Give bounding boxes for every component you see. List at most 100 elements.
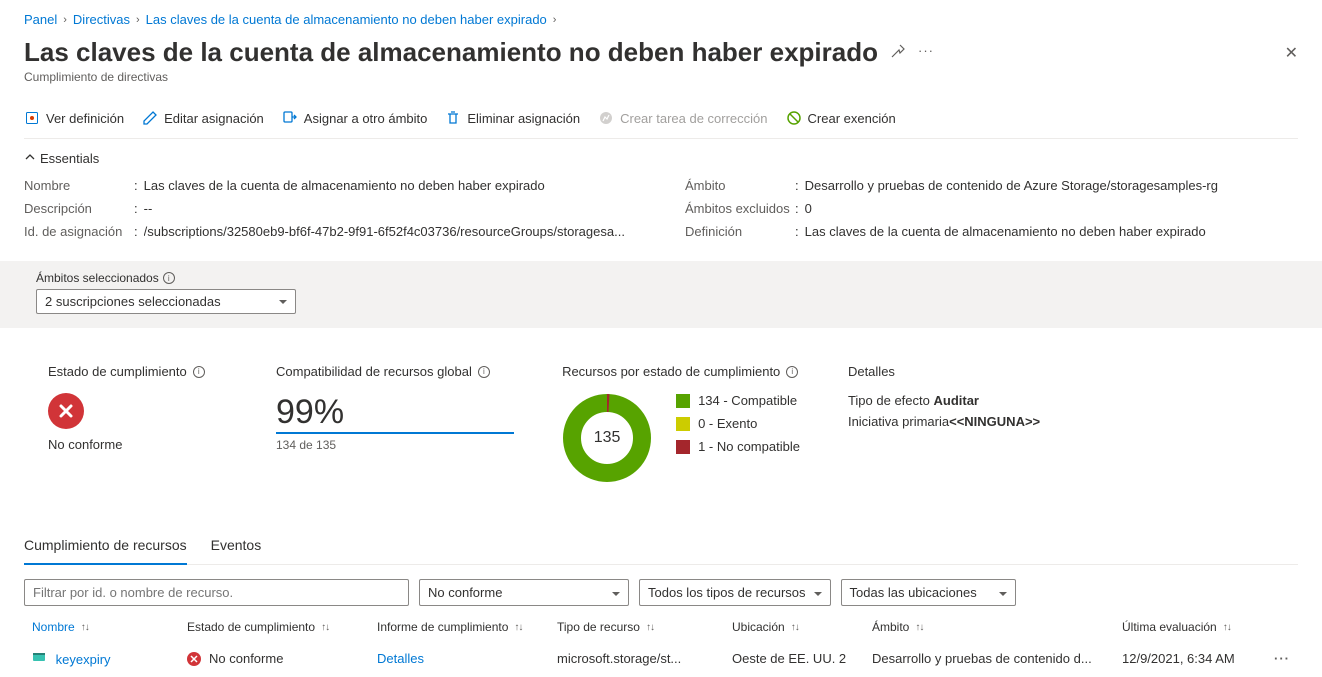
toolbar: Ver definición Editar asignación Asignar…	[24, 102, 1298, 139]
ess-definition-value: Las claves de la cuenta de almacenamient…	[805, 224, 1206, 239]
ess-desc-value: --	[144, 201, 153, 216]
create-exemption-label: Crear exención	[808, 111, 896, 126]
create-remediation-label: Crear tarea de corrección	[620, 111, 767, 126]
page-title: Las claves de la cuenta de almacenamient…	[24, 37, 878, 68]
legend-item-compliant: 134 - Compatible	[676, 393, 800, 408]
th-last-eval[interactable]: Última evaluación	[1122, 620, 1217, 634]
table-row[interactable]: keyexpiry No conforme Detalles microsoft…	[24, 640, 1298, 677]
assign-icon	[282, 110, 298, 126]
row-report-link[interactable]: Detalles	[377, 651, 424, 666]
global-compliance-label: Compatibilidad de recursos global	[276, 364, 472, 379]
effect-type-value: Auditar	[933, 393, 979, 408]
compliance-state-label: Estado de cumplimiento	[48, 364, 187, 379]
sort-icon[interactable]: ↑↓	[1223, 622, 1231, 633]
create-exemption-button[interactable]: Crear exención	[786, 110, 896, 126]
sort-icon[interactable]: ↑↓	[514, 622, 522, 633]
global-compliance-card: Compatibilidad de recursos global i 99% …	[276, 364, 514, 483]
view-definition-label: Ver definición	[46, 111, 124, 126]
info-icon[interactable]: i	[786, 366, 798, 378]
resource-type-filter-select[interactable]: Todos los tipos de recursos	[639, 579, 831, 606]
th-state[interactable]: Estado de cumplimiento	[187, 620, 315, 634]
edit-assignment-label: Editar asignación	[164, 111, 264, 126]
sort-icon[interactable]: ↑↓	[915, 622, 923, 633]
ess-assignid-value: /subscriptions/32580eb9-bf6f-47b2-9f91-6…	[144, 224, 625, 239]
th-location[interactable]: Ubicación	[732, 620, 785, 634]
edit-assignment-button[interactable]: Editar asignación	[142, 110, 264, 126]
view-definition-button[interactable]: Ver definición	[24, 110, 124, 126]
scope-picker-label: Ámbitos seleccionados	[36, 271, 159, 285]
tab-resource-compliance[interactable]: Cumplimiento de recursos	[24, 527, 187, 565]
page-subtitle: Cumplimiento de directivas	[24, 70, 1298, 84]
more-icon[interactable]: ···	[918, 43, 934, 62]
delete-assignment-button[interactable]: Eliminar asignación	[445, 110, 580, 126]
close-icon[interactable]: ✕	[1285, 43, 1298, 63]
exemption-icon	[786, 110, 802, 126]
filter-input[interactable]	[24, 579, 409, 606]
chevron-up-icon	[24, 151, 36, 166]
table-header: Nombre ↑↓ Estado de cumplimiento ↑↓ Info…	[24, 614, 1298, 640]
compliance-state-value: No conforme	[48, 437, 228, 452]
breadcrumb-panel[interactable]: Panel	[24, 12, 57, 27]
pencil-icon	[142, 110, 158, 126]
th-scope[interactable]: Ámbito	[872, 620, 909, 634]
view-definition-icon	[24, 110, 40, 126]
th-report[interactable]: Informe de cumplimiento	[377, 620, 508, 634]
chevron-right-icon: ›	[63, 14, 67, 26]
ess-name-label: Nombre	[24, 178, 134, 193]
essentials-label: Essentials	[40, 151, 99, 166]
trash-icon	[445, 110, 461, 126]
tabs: Cumplimiento de recursos Eventos	[24, 527, 1298, 565]
legend-text: 1 - No compatible	[698, 439, 800, 454]
info-icon[interactable]: i	[193, 366, 205, 378]
ess-scope-value: Desarrollo y pruebas de contenido de Azu…	[805, 178, 1218, 193]
th-type[interactable]: Tipo de recurso	[557, 620, 640, 634]
legend-text: 134 - Compatible	[698, 393, 797, 408]
legend-color-icon	[676, 417, 690, 431]
donut-chart: 135	[562, 393, 652, 483]
breadcrumb: Panel › Directivas › Las claves de la cu…	[24, 0, 1298, 37]
assign-other-scope-label: Asignar a otro ámbito	[304, 111, 428, 126]
ess-assignid-label: Id. de asignación	[24, 224, 134, 239]
row-type: microsoft.storage/st...	[557, 651, 732, 666]
sort-icon[interactable]: ↑↓	[791, 622, 799, 633]
chevron-right-icon: ›	[553, 14, 557, 26]
resource-name-link[interactable]: keyexpiry	[56, 652, 111, 667]
row-location: Oeste de EE. UU. 2	[732, 651, 872, 666]
sort-icon[interactable]: ↑↓	[646, 622, 654, 633]
resource-type-filter-value: Todos los tipos de recursos	[648, 585, 806, 600]
location-filter-select[interactable]: Todas las ubicaciones	[841, 579, 1016, 606]
row-context-menu-icon[interactable]: ···	[1274, 651, 1290, 666]
donut-center-value: 135	[594, 429, 621, 447]
legend-text: 0 - Exento	[698, 416, 757, 431]
scope-picker-value: 2 suscripciones seleccionadas	[45, 294, 221, 309]
sort-icon[interactable]: ↑↓	[81, 622, 89, 633]
tab-events[interactable]: Eventos	[211, 527, 262, 564]
create-remediation-button: Crear tarea de corrección	[598, 110, 767, 126]
info-icon[interactable]: i	[163, 272, 175, 284]
legend-item-noncompliant: 1 - No compatible	[676, 439, 800, 454]
th-name[interactable]: Nombre	[32, 620, 75, 634]
info-icon[interactable]: i	[478, 366, 490, 378]
details-card: Detalles Tipo de efecto Auditar Iniciati…	[848, 364, 1040, 483]
ess-excluded-value: 0	[805, 201, 812, 216]
chevron-right-icon: ›	[136, 14, 140, 26]
breadcrumb-current[interactable]: Las claves de la cuenta de almacenamient…	[146, 12, 547, 27]
ess-definition-label: Definición	[685, 224, 795, 239]
ess-scope-label: Ámbito	[685, 178, 795, 193]
scope-picker-select[interactable]: 2 suscripciones seleccionadas	[36, 289, 296, 314]
remediation-icon	[598, 110, 614, 126]
essentials-toggle[interactable]: Essentials	[24, 139, 1298, 174]
assign-other-scope-button[interactable]: Asignar a otro ámbito	[282, 110, 428, 126]
global-compliance-percent: 99%	[276, 393, 514, 434]
breadcrumb-directives[interactable]: Directivas	[73, 12, 130, 27]
location-filter-value: Todas las ubicaciones	[850, 585, 977, 600]
sort-icon[interactable]: ↑↓	[321, 622, 329, 633]
pin-icon[interactable]	[890, 43, 906, 62]
by-state-label: Recursos por estado de cumplimiento	[562, 364, 780, 379]
row-last-eval: 12/9/2021, 6:34 AM	[1122, 651, 1282, 666]
compliance-filter-select[interactable]: No conforme	[419, 579, 629, 606]
non-compliant-icon	[48, 393, 84, 429]
legend-color-icon	[676, 394, 690, 408]
non-compliant-icon	[187, 652, 201, 666]
details-label: Detalles	[848, 364, 895, 379]
